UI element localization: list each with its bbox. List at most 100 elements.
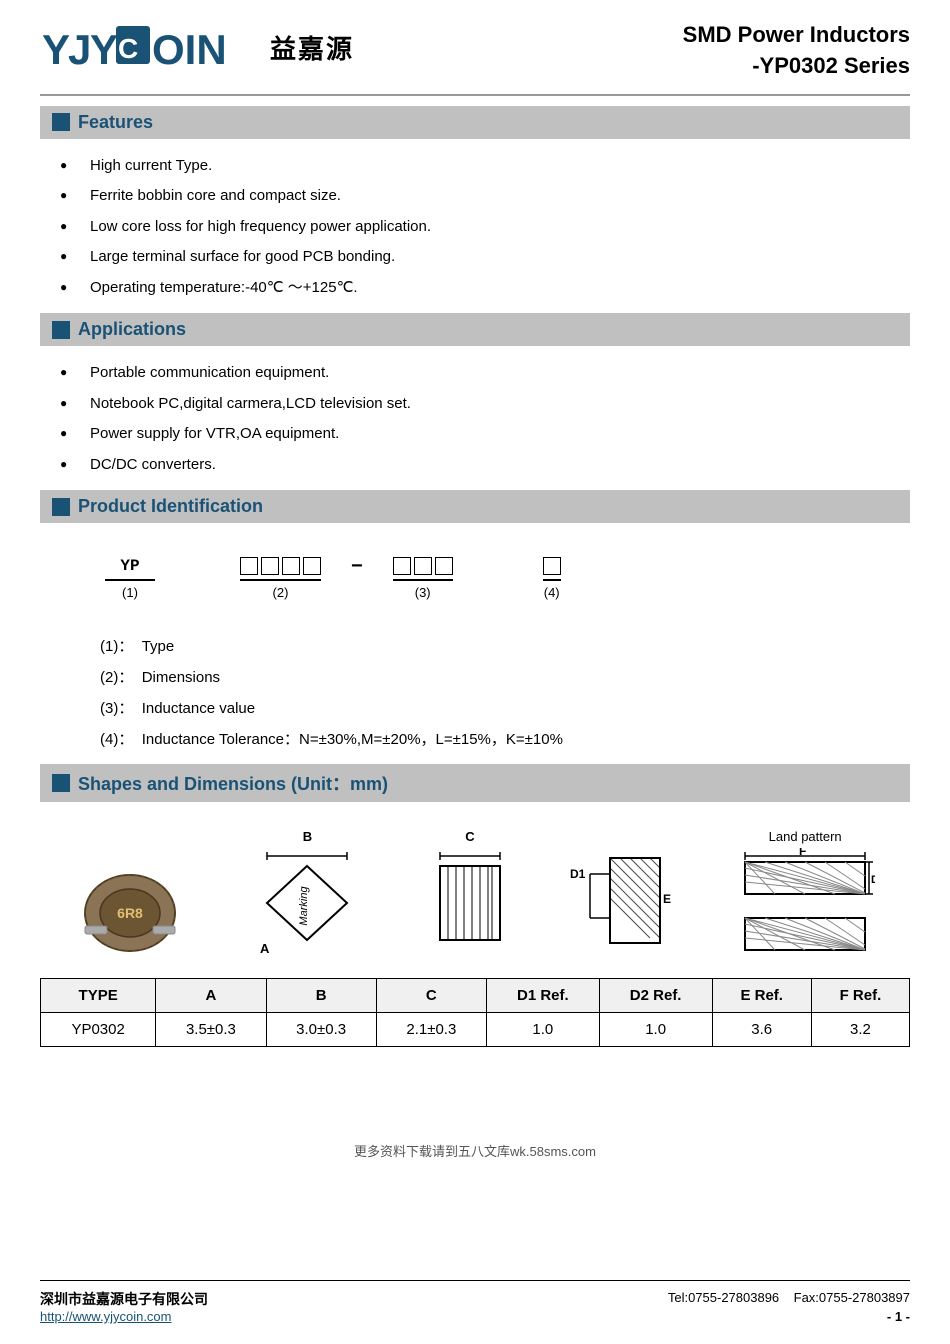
table-header: D1 Ref. — [486, 979, 599, 1013]
applications-title: Applications — [78, 319, 186, 340]
front-view-svg: D1 E — [568, 848, 678, 958]
pid-desc-num: (2) — [100, 669, 118, 686]
company-logo: Y J Y C OIN 益嘉源 — [40, 20, 260, 75]
table-cell: 2.1±0.3 — [376, 1013, 486, 1047]
applications-header: Applications — [40, 313, 910, 346]
pid-desc-num: (3) — [100, 700, 118, 717]
list-item: Low core loss for high frequency power a… — [60, 212, 910, 243]
list-item: Large terminal surface for good PCB bond… — [60, 242, 910, 273]
pid-desc-item: (4)： Inductance Tolerance：N=±30%,M=±20%，… — [100, 723, 870, 754]
footer-contact: Tel:0755-27803896 Fax:0755-27803897 — [668, 1290, 910, 1305]
list-item: Operating temperature:-40℃ ～+125℃. — [60, 273, 910, 304]
pid-box — [303, 557, 321, 575]
features-icon — [52, 113, 70, 131]
svg-text:E: E — [663, 892, 671, 906]
diagrams-container: 6R8 B Marking A — [40, 814, 910, 968]
list-item: DC/DC converters. — [60, 450, 910, 481]
svg-text:F: F — [799, 848, 806, 858]
pid-box — [240, 557, 258, 575]
diagram-c-label: C — [465, 829, 474, 844]
features-title: Features — [78, 112, 153, 133]
header-product-title: SMD Power Inductors -YP0302 Series — [683, 20, 910, 82]
table-cell: YP0302 — [41, 1013, 156, 1047]
table-header: A — [156, 979, 266, 1013]
svg-text:OIN: OIN — [152, 26, 227, 73]
svg-text:Y: Y — [90, 26, 118, 73]
applications-section: Applications Portable communication equi… — [40, 313, 910, 490]
table-cell: 3.6 — [712, 1013, 811, 1047]
pid-separator: − — [351, 555, 363, 600]
pid-desc-num: (4) — [100, 731, 118, 748]
land-pattern-svg: F — [735, 848, 875, 958]
front-view-diagram: D1 E — [568, 848, 678, 958]
stripline-diagram: C — [430, 829, 510, 958]
list-item: Ferrite bobbin core and compact size. — [60, 181, 910, 212]
pid-num4: (4) — [544, 585, 560, 600]
pid-desc-item: (2)： Dimensions — [100, 661, 870, 692]
land-pattern-label: Land pattern — [769, 829, 842, 844]
pid-num2: (2) — [273, 585, 289, 600]
table-header: C — [376, 979, 486, 1013]
footer-page-num: - 1 - — [887, 1309, 910, 1324]
pid-num3: (3) — [415, 585, 431, 600]
footer-fax: Fax:0755-27803897 — [794, 1290, 910, 1305]
pid-box — [543, 557, 561, 575]
company-name: 深圳市益嘉源电子有限公司 — [40, 1289, 208, 1309]
pid-prefix: YP — [120, 557, 139, 575]
list-item: High current Type. — [60, 151, 910, 182]
table-header: TYPE — [41, 979, 156, 1013]
table-cell: 3.5±0.3 — [156, 1013, 266, 1047]
svg-text:Marking: Marking — [298, 886, 310, 926]
svg-text:Y: Y — [42, 26, 70, 73]
diamond-diagram: B Marking A — [242, 829, 372, 958]
pid-box — [261, 557, 279, 575]
land-pattern-diagram: Land pattern F — [735, 829, 875, 958]
company-website[interactable]: http://www.yjycoin.com — [40, 1309, 172, 1324]
footer-right: Tel:0755-27803896 Fax:0755-27803897 - 1 … — [668, 1290, 910, 1324]
watermark: 更多资料下载请到五八文库wk.58sms.com — [40, 1137, 910, 1160]
pid-box — [393, 557, 411, 575]
pid-box — [435, 557, 453, 575]
footer-tel: Tel:0755-27803896 — [668, 1290, 779, 1305]
features-section: Features High current Type. Ferrite bobb… — [40, 106, 910, 314]
shapes-title: Shapes and Dimensions (Unit：mm) — [78, 770, 388, 796]
shapes-section: Shapes and Dimensions (Unit：mm) 6R8 — [40, 764, 910, 1047]
stripline-svg — [430, 848, 510, 958]
dimensions-table: TYPE A B C D1 Ref. D2 Ref. E Ref. F Ref.… — [40, 978, 910, 1047]
features-header: Features — [40, 106, 910, 139]
pid-box — [282, 557, 300, 575]
product-identification-section: Product Identification YP (1) — [40, 490, 910, 764]
applications-icon — [52, 321, 70, 339]
coil-svg: 6R8 — [75, 858, 185, 958]
shapes-header: Shapes and Dimensions (Unit：mm) — [40, 764, 910, 802]
list-item: Notebook PC,digital carmera,LCD televisi… — [60, 389, 910, 420]
pid-desc-item: (1)： Type — [100, 630, 870, 661]
table-cell: 1.0 — [599, 1013, 712, 1047]
page-header: Y J Y C OIN 益嘉源 益嘉源 SMD Power Inductors-… — [40, 20, 910, 96]
features-list: High current Type. Ferrite bobbin core a… — [40, 151, 910, 314]
page-footer: 深圳市益嘉源电子有限公司 http://www.yjycoin.com Tel:… — [40, 1280, 910, 1324]
pid-descriptions: (1)： Type (2)： Dimensions (3)： Inductanc… — [40, 614, 910, 764]
product-id-header: Product Identification — [40, 490, 910, 523]
table-cell: 1.0 — [486, 1013, 599, 1047]
product-line: SMD Power Inductors — [683, 22, 910, 47]
pid-box — [414, 557, 432, 575]
svg-text:J: J — [68, 26, 91, 73]
product-id-title: Product Identification — [78, 496, 263, 517]
product-series: -YP0302 Series — [752, 53, 910, 78]
table-cell: 3.0±0.3 — [266, 1013, 376, 1047]
pid-desc-text: Dimensions — [142, 669, 220, 686]
table-header: E Ref. — [712, 979, 811, 1013]
svg-text:D2: D2 — [871, 874, 875, 886]
pid-desc-text: Inductance value — [142, 700, 255, 717]
applications-list: Portable communication equipment. Notebo… — [40, 358, 910, 490]
table-row: YP0302 3.5±0.3 3.0±0.3 2.1±0.3 1.0 1.0 3… — [41, 1013, 910, 1047]
pid-desc-text: Type — [142, 638, 175, 655]
diamond-svg: Marking A — [242, 848, 372, 958]
svg-text:6R8: 6R8 — [117, 905, 143, 921]
table-cell: 3.2 — [811, 1013, 909, 1047]
product-id-diagram: YP (1) (2) — [40, 535, 910, 614]
pid-desc-item: (3)： Inductance value — [100, 692, 870, 723]
diagram-b-label: B — [303, 829, 312, 844]
svg-text:A: A — [260, 941, 270, 956]
